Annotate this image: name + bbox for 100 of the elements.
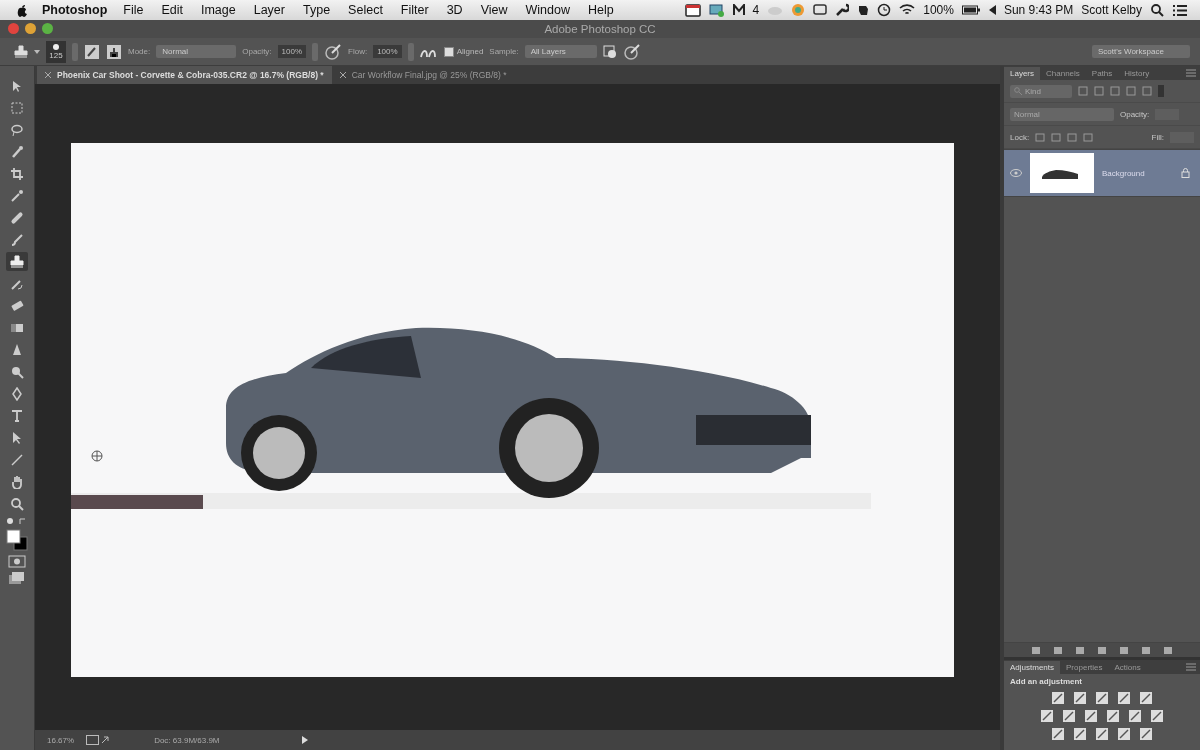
menu-item[interactable]: Image xyxy=(200,3,236,17)
battery-icon[interactable] xyxy=(961,5,980,15)
panel-tab[interactable]: Paths xyxy=(1085,66,1119,80)
window-icon[interactable] xyxy=(684,3,701,17)
swap-colors-icon[interactable] xyxy=(6,516,28,526)
app-menu[interactable]: Photoshop xyxy=(42,3,108,17)
panel-tab[interactable]: Layers xyxy=(1004,66,1040,80)
clone-source-icon[interactable] xyxy=(106,43,122,60)
flow-field[interactable]: 100% xyxy=(373,45,402,58)
line-icon xyxy=(10,452,24,467)
pen-icon xyxy=(10,386,24,401)
monitor-icon[interactable] xyxy=(708,3,725,17)
menu-item[interactable]: Help xyxy=(587,3,614,17)
clock-icon[interactable] xyxy=(877,3,892,17)
apple-icon xyxy=(16,3,28,17)
adjustment-icon[interactable] xyxy=(1051,727,1065,741)
crop-icon xyxy=(10,166,24,181)
document-tab[interactable]: Car Workflow Final.jpg @ 25% (RGB/8) * xyxy=(331,66,515,84)
panel-tab[interactable]: Properties xyxy=(1060,660,1109,674)
display-icon[interactable] xyxy=(813,4,828,16)
caret-icon[interactable] xyxy=(34,49,40,54)
menu-item[interactable]: Filter xyxy=(400,3,429,17)
adjustment-icon[interactable] xyxy=(1150,709,1164,723)
opacity-label: Opacity: xyxy=(1120,109,1150,119)
menu-item[interactable]: View xyxy=(480,3,508,17)
quick-mask-icon[interactable] xyxy=(8,554,26,568)
panel-tab[interactable]: History xyxy=(1118,66,1156,80)
eye-icon[interactable] xyxy=(1010,169,1022,177)
zoom-button[interactable] xyxy=(42,23,53,34)
wifi-icon[interactable] xyxy=(899,4,916,16)
aligned-checkbox[interactable]: Aligned xyxy=(443,46,484,57)
adjustment-icon[interactable] xyxy=(1106,709,1120,723)
adjustment-icon[interactable] xyxy=(1040,709,1054,723)
sample-dropdown[interactable]: All Layers xyxy=(524,45,597,58)
flow-label: Flow: xyxy=(348,47,368,56)
layer-name: Background xyxy=(1102,168,1146,178)
layer-row[interactable]: Background xyxy=(1004,150,1200,197)
brush-dot-icon xyxy=(53,43,59,50)
menu-item[interactable]: Layer xyxy=(253,3,285,17)
search-icon xyxy=(1014,87,1022,95)
adjustment-icon[interactable] xyxy=(1084,709,1098,723)
wand-icon xyxy=(10,144,24,159)
marquee-icon xyxy=(10,100,24,115)
speaker-icon[interactable] xyxy=(987,4,996,16)
adjustment-icon[interactable] xyxy=(1117,691,1131,705)
search-icon[interactable] xyxy=(1150,3,1164,17)
lock-label: Lock: xyxy=(1010,132,1030,142)
brush-panel-icon[interactable] xyxy=(84,43,100,60)
document-tab[interactable]: Phoenix Car Shoot - Corvette & Cobra-035.CR2 @ 16.7% (RGB/8) * xyxy=(37,66,332,84)
adjustment-icon[interactable] xyxy=(1128,709,1142,723)
tool-button[interactable] xyxy=(6,252,28,271)
menu-item[interactable]: Type xyxy=(303,3,331,17)
mode-dropdown[interactable]: Normal xyxy=(156,45,237,58)
close-icon[interactable] xyxy=(45,72,51,78)
clock-text[interactable]: Sun 9:43 PM xyxy=(1003,3,1074,17)
opacity-field[interactable]: 100% xyxy=(277,45,307,58)
menu-item[interactable]: Edit xyxy=(161,3,183,17)
wrench-icon[interactable] xyxy=(835,3,850,17)
minimize-button[interactable] xyxy=(25,23,36,34)
panel-tab[interactable]: Adjustments xyxy=(1004,660,1061,674)
adjustment-icon[interactable] xyxy=(1095,691,1109,705)
adjustment-icon[interactable] xyxy=(1062,709,1076,723)
close-icon[interactable] xyxy=(339,72,346,78)
opacity-label: Opacity: xyxy=(242,47,272,56)
window-title: Adobe Photoshop CC xyxy=(544,23,656,35)
play-icon[interactable] xyxy=(301,736,308,744)
adjustment-icon[interactable] xyxy=(1051,691,1065,705)
adjustment-icon[interactable] xyxy=(1073,691,1087,705)
adjustment-icon[interactable] xyxy=(1139,691,1153,705)
adjustment-icon[interactable] xyxy=(1117,727,1131,741)
stamp-icon xyxy=(10,254,24,269)
user-name[interactable]: Scott Kelby xyxy=(1081,3,1142,17)
workspace-dropdown[interactable]: Scott's Workspace xyxy=(1092,45,1190,58)
menu-item[interactable]: 3D xyxy=(446,3,463,17)
menu-item[interactable]: File xyxy=(123,3,144,17)
fill-label: Fill: xyxy=(1151,132,1164,142)
zoom-icon xyxy=(10,496,24,511)
menu-item[interactable]: Window xyxy=(525,3,570,17)
filter-toggle[interactable] xyxy=(1158,85,1164,97)
panel-tab[interactable]: Actions xyxy=(1108,660,1147,674)
lasso-icon xyxy=(10,122,24,137)
stamp-icon[interactable] xyxy=(14,44,28,59)
brush-size-value: 125 xyxy=(49,50,63,60)
menu-item[interactable]: Select xyxy=(348,3,383,17)
color-swatches-icon[interactable] xyxy=(6,529,28,551)
panel-tab[interactable]: Channels xyxy=(1040,66,1086,80)
crosshair-icon xyxy=(91,450,103,462)
zoom-level[interactable]: 16.67% xyxy=(47,735,75,745)
adjustment-icon[interactable] xyxy=(1073,727,1087,741)
adjustment-icon[interactable] xyxy=(1139,727,1153,741)
adjustments-heading: Add an adjustment xyxy=(1009,676,1083,688)
screen-mode-icon[interactable] xyxy=(8,571,26,585)
sample-label: Sample: xyxy=(489,47,519,56)
document-size: Doc: 63.9M/63.9M xyxy=(154,735,220,745)
battery-percent: 100% xyxy=(923,3,954,17)
letter-m-icon[interactable] xyxy=(732,4,745,16)
brush-preset-picker[interactable]: 125 xyxy=(46,40,66,63)
list-icon[interactable] xyxy=(1172,3,1188,17)
adjustment-icon[interactable] xyxy=(1095,727,1109,741)
eyedropper-icon xyxy=(10,188,24,203)
